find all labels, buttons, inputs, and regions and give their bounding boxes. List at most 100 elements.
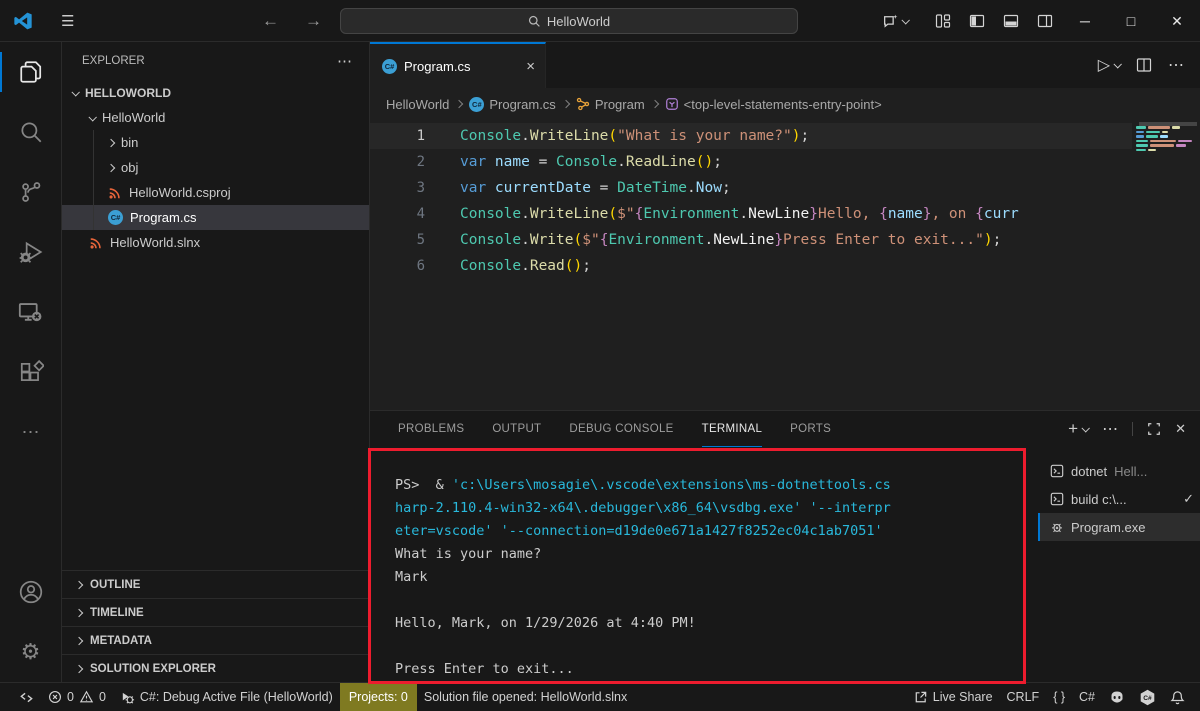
toggle-secondary-sidebar-button[interactable] <box>1028 0 1062 42</box>
toggle-primary-sidebar-button[interactable] <box>960 0 994 42</box>
customize-layout-button[interactable] <box>926 0 960 42</box>
window-minimize-button[interactable]: ─ <box>1062 0 1108 42</box>
explorer-sidebar: EXPLORER ⋯ HELLOWORLD HelloWorld bin obj <box>62 42 370 682</box>
bottom-panel: PROBLEMS OUTPUT DEBUG CONSOLE TERMINAL PORTS… <box>370 410 1200 682</box>
eol-indicator[interactable]: CRLF <box>1000 683 1047 711</box>
activitybar-remote-explorer[interactable] <box>0 282 61 342</box>
chevron-right-icon <box>75 580 83 588</box>
notifications-bell-button[interactable] <box>1163 683 1192 711</box>
title-bar: ☰ ← → HelloWorld ─ <box>0 0 1200 42</box>
toggle-panel-button[interactable] <box>994 0 1028 42</box>
gear-icon: ⚙ <box>21 641 41 663</box>
nav-back-icon[interactable]: ← <box>262 11 279 31</box>
activitybar-more[interactable]: ⋯ <box>0 402 61 462</box>
activitybar-explorer[interactable] <box>0 42 61 102</box>
tree-item-obj[interactable]: obj <box>62 155 369 180</box>
terminal-item-dotnet[interactable]: dotnet Hell... <box>1038 457 1200 485</box>
panel-tab-debug-console[interactable]: DEBUG CONSOLE <box>569 411 673 447</box>
panel-more-actions-icon[interactable]: ⋯ <box>1102 419 1118 439</box>
panel-tab-ports[interactable]: PORTS <box>790 411 831 447</box>
class-symbol-icon <box>576 97 590 111</box>
problems-indicator[interactable]: 0 0 <box>41 683 113 711</box>
minimap-slider[interactable] <box>1139 122 1197 126</box>
format-braces-indicator[interactable]: { } <box>1046 683 1072 711</box>
code-line[interactable]: 5Console.Write($"{Environment.NewLine}Pr… <box>370 227 1132 253</box>
activitybar-settings[interactable]: ⚙ <box>0 622 61 682</box>
copilot-chat-button[interactable] <box>878 0 912 42</box>
tab-close-icon[interactable]: × <box>526 58 535 75</box>
breadcrumb-class[interactable]: Program <box>576 97 645 112</box>
command-center-search[interactable]: HelloWorld <box>340 8 798 34</box>
chevron-down-icon <box>71 88 79 96</box>
new-terminal-button[interactable]: + <box>1068 419 1088 439</box>
solution-status[interactable]: Solution file opened: HelloWorld.slnx <box>417 683 634 711</box>
debug-status-item[interactable]: C#: Debug Active File (HelloWorld) <box>113 683 340 711</box>
activitybar-search[interactable] <box>0 102 61 162</box>
terminal-line <box>395 589 1038 612</box>
terminal-icon <box>1050 492 1064 506</box>
tree-item-slnx[interactable]: HelloWorld.slnx <box>62 230 369 255</box>
minimap[interactable] <box>1132 120 1200 410</box>
chevron-right-icon <box>75 636 83 644</box>
tree-item-csproj[interactable]: HelloWorld.csproj <box>62 180 369 205</box>
section-outline[interactable]: OUTLINE <box>62 570 369 598</box>
line-number: 1 <box>370 128 425 144</box>
tree-item-helloworld-root[interactable]: HELLOWORLD <box>62 80 369 105</box>
csharp-file-icon: C# <box>108 210 123 225</box>
menu-hamburger-icon[interactable]: ☰ <box>61 12 74 30</box>
breadcrumb-entry-point[interactable]: <top-level-statements-entry-point> <box>665 97 882 112</box>
code-text: Console.WriteLine($"{Environment.NewLine… <box>425 206 1019 222</box>
tree-item-helloworld-folder[interactable]: HelloWorld <box>62 105 369 130</box>
tree-item-program-cs[interactable]: C# Program.cs <box>62 205 369 230</box>
language-indicator[interactable]: C# <box>1072 683 1102 711</box>
code-text: Console.WriteLine("What is your name?"); <box>425 128 809 144</box>
terminal-output[interactable]: PS> & 'c:\Users\mosagie\.vscode\extensio… <box>370 447 1038 682</box>
terminal-item-program-exe[interactable]: Program.exe <box>1038 513 1200 541</box>
debug-process-icon <box>1050 520 1064 534</box>
play-icon: ▷ <box>1098 55 1110 75</box>
code-line[interactable]: 1Console.WriteLine("What is your name?")… <box>370 123 1132 149</box>
code-line[interactable]: 3var currentDate = DateTime.Now; <box>370 175 1132 201</box>
code-line[interactable]: 4Console.WriteLine($"{Environment.NewLin… <box>370 201 1132 227</box>
activitybar-source-control[interactable] <box>0 162 61 222</box>
tab-program-cs[interactable]: C# Program.cs × <box>370 42 546 88</box>
sidebar-title: EXPLORER <box>82 55 145 67</box>
remote-indicator[interactable] <box>12 683 41 711</box>
panel-tab-problems[interactable]: PROBLEMS <box>398 411 464 447</box>
section-solution-explorer[interactable]: SOLUTION EXPLORER <box>62 654 369 682</box>
close-panel-icon[interactable]: ✕ <box>1175 421 1186 437</box>
breadcrumb: HelloWorld C# Program.cs Program <top-le… <box>370 88 1200 120</box>
error-count: 0 <box>67 690 74 704</box>
activitybar-run-debug[interactable] <box>0 222 61 282</box>
run-debug-button[interactable]: ▷ <box>1098 55 1120 75</box>
tree-item-bin[interactable]: bin <box>62 130 369 155</box>
section-timeline[interactable]: TIMELINE <box>62 598 369 626</box>
search-icon <box>18 119 44 145</box>
split-editor-button[interactable] <box>1136 57 1152 73</box>
terminal-list: dotnet Hell... build c:\... ✓ Program.ex… <box>1038 447 1200 682</box>
explorer-more-actions-icon[interactable]: ⋯ <box>337 52 353 70</box>
panel-tab-terminal[interactable]: TERMINAL <box>702 411 763 447</box>
terminal-item-build[interactable]: build c:\... ✓ <box>1038 485 1200 513</box>
breadcrumb-file[interactable]: C# Program.cs <box>469 97 555 112</box>
nav-forward-icon[interactable]: → <box>305 11 322 31</box>
code-line[interactable]: 2var name = Console.ReadLine(); <box>370 149 1132 175</box>
maximize-panel-button[interactable] <box>1147 422 1161 436</box>
activitybar-account[interactable] <box>0 562 61 622</box>
breadcrumb-project[interactable]: HelloWorld <box>386 97 449 112</box>
chevron-down-icon <box>88 113 96 121</box>
window-maximize-button[interactable]: □ <box>1108 0 1154 42</box>
code-line[interactable]: 6Console.Read(); <box>370 253 1132 279</box>
panel-tab-output[interactable]: OUTPUT <box>492 411 541 447</box>
csharp-extension-badge[interactable]: C# <box>1132 683 1163 711</box>
activitybar-extensions[interactable] <box>0 342 61 402</box>
live-share-button[interactable]: Live Share <box>906 683 1000 711</box>
code-editor[interactable]: 1Console.WriteLine("What is your name?")… <box>370 120 1200 410</box>
window-close-button[interactable]: ✕ <box>1154 0 1200 42</box>
minimap-line <box>1136 126 1200 129</box>
projects-badge[interactable]: Projects: 0 <box>340 683 417 711</box>
chevron-down-icon <box>1082 424 1090 432</box>
editor-more-actions-icon[interactable]: ⋯ <box>1168 55 1184 75</box>
copilot-status-button[interactable] <box>1102 683 1132 711</box>
section-metadata[interactable]: METADATA <box>62 626 369 654</box>
